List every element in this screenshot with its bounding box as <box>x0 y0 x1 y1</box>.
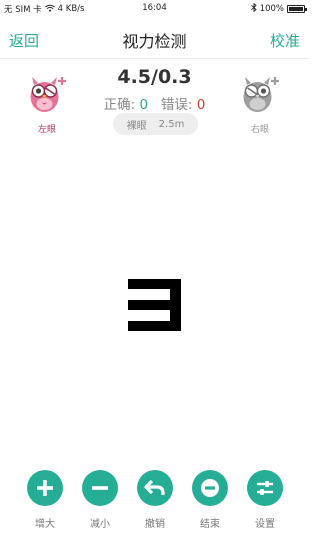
undo-button[interactable]: 撤销 <box>135 470 175 530</box>
minus-icon <box>82 470 118 506</box>
mode-label: 裸眼 <box>126 120 147 132</box>
calibrate-button[interactable]: 校准 <box>270 30 300 51</box>
stop-icon <box>192 470 228 506</box>
answer-counts: 正确: 0 错误: 0 <box>0 93 309 113</box>
distance-label: 2.5m <box>158 118 185 130</box>
bluetooth-icon <box>250 2 257 15</box>
zoom-in-label: 增大 <box>35 519 55 530</box>
right-eye-label: 右眼 <box>250 125 269 135</box>
test-mode-pill[interactable]: 裸眼 2.5m <box>113 113 198 135</box>
vision-score: 4.5/0.3 <box>117 66 192 88</box>
undo-label: 撤销 <box>145 519 165 530</box>
bottom-toolbar: 增大 减小 撤销 结束 设置 <box>0 470 309 540</box>
plus-icon <box>27 470 63 506</box>
zoom-out-button[interactable]: 减小 <box>80 470 120 530</box>
status-bar: 无 SIM 卡 4 KB/s 16:04 100% <box>0 0 309 18</box>
correct-label: 正确: <box>103 97 136 113</box>
finish-button[interactable]: 结束 <box>190 470 230 530</box>
sliders-icon <box>247 470 283 506</box>
tumbling-e-icon <box>128 279 181 331</box>
zoom-out-label: 减小 <box>90 519 110 530</box>
finish-label: 结束 <box>200 519 220 530</box>
tumbling-e-optotype <box>128 279 181 331</box>
nav-divider <box>0 58 309 59</box>
page-title: 视力检测 <box>122 32 187 51</box>
undo-icon <box>137 470 173 506</box>
battery-icon <box>287 5 307 13</box>
settings-label: 设置 <box>255 519 275 530</box>
correct-count: 0 <box>139 97 149 113</box>
wrong-count: 0 <box>196 97 206 113</box>
left-eye-label: 左眼 <box>37 125 56 135</box>
nav-bar: 返回 视力检测 校准 <box>0 22 309 56</box>
battery-percent: 100% <box>259 4 284 14</box>
zoom-in-button[interactable]: 增大 <box>25 470 65 530</box>
wrong-label: 错误: <box>160 97 193 113</box>
status-right: 100% <box>250 2 307 15</box>
settings-button[interactable]: 设置 <box>245 470 285 530</box>
back-button[interactable]: 返回 <box>9 30 39 51</box>
